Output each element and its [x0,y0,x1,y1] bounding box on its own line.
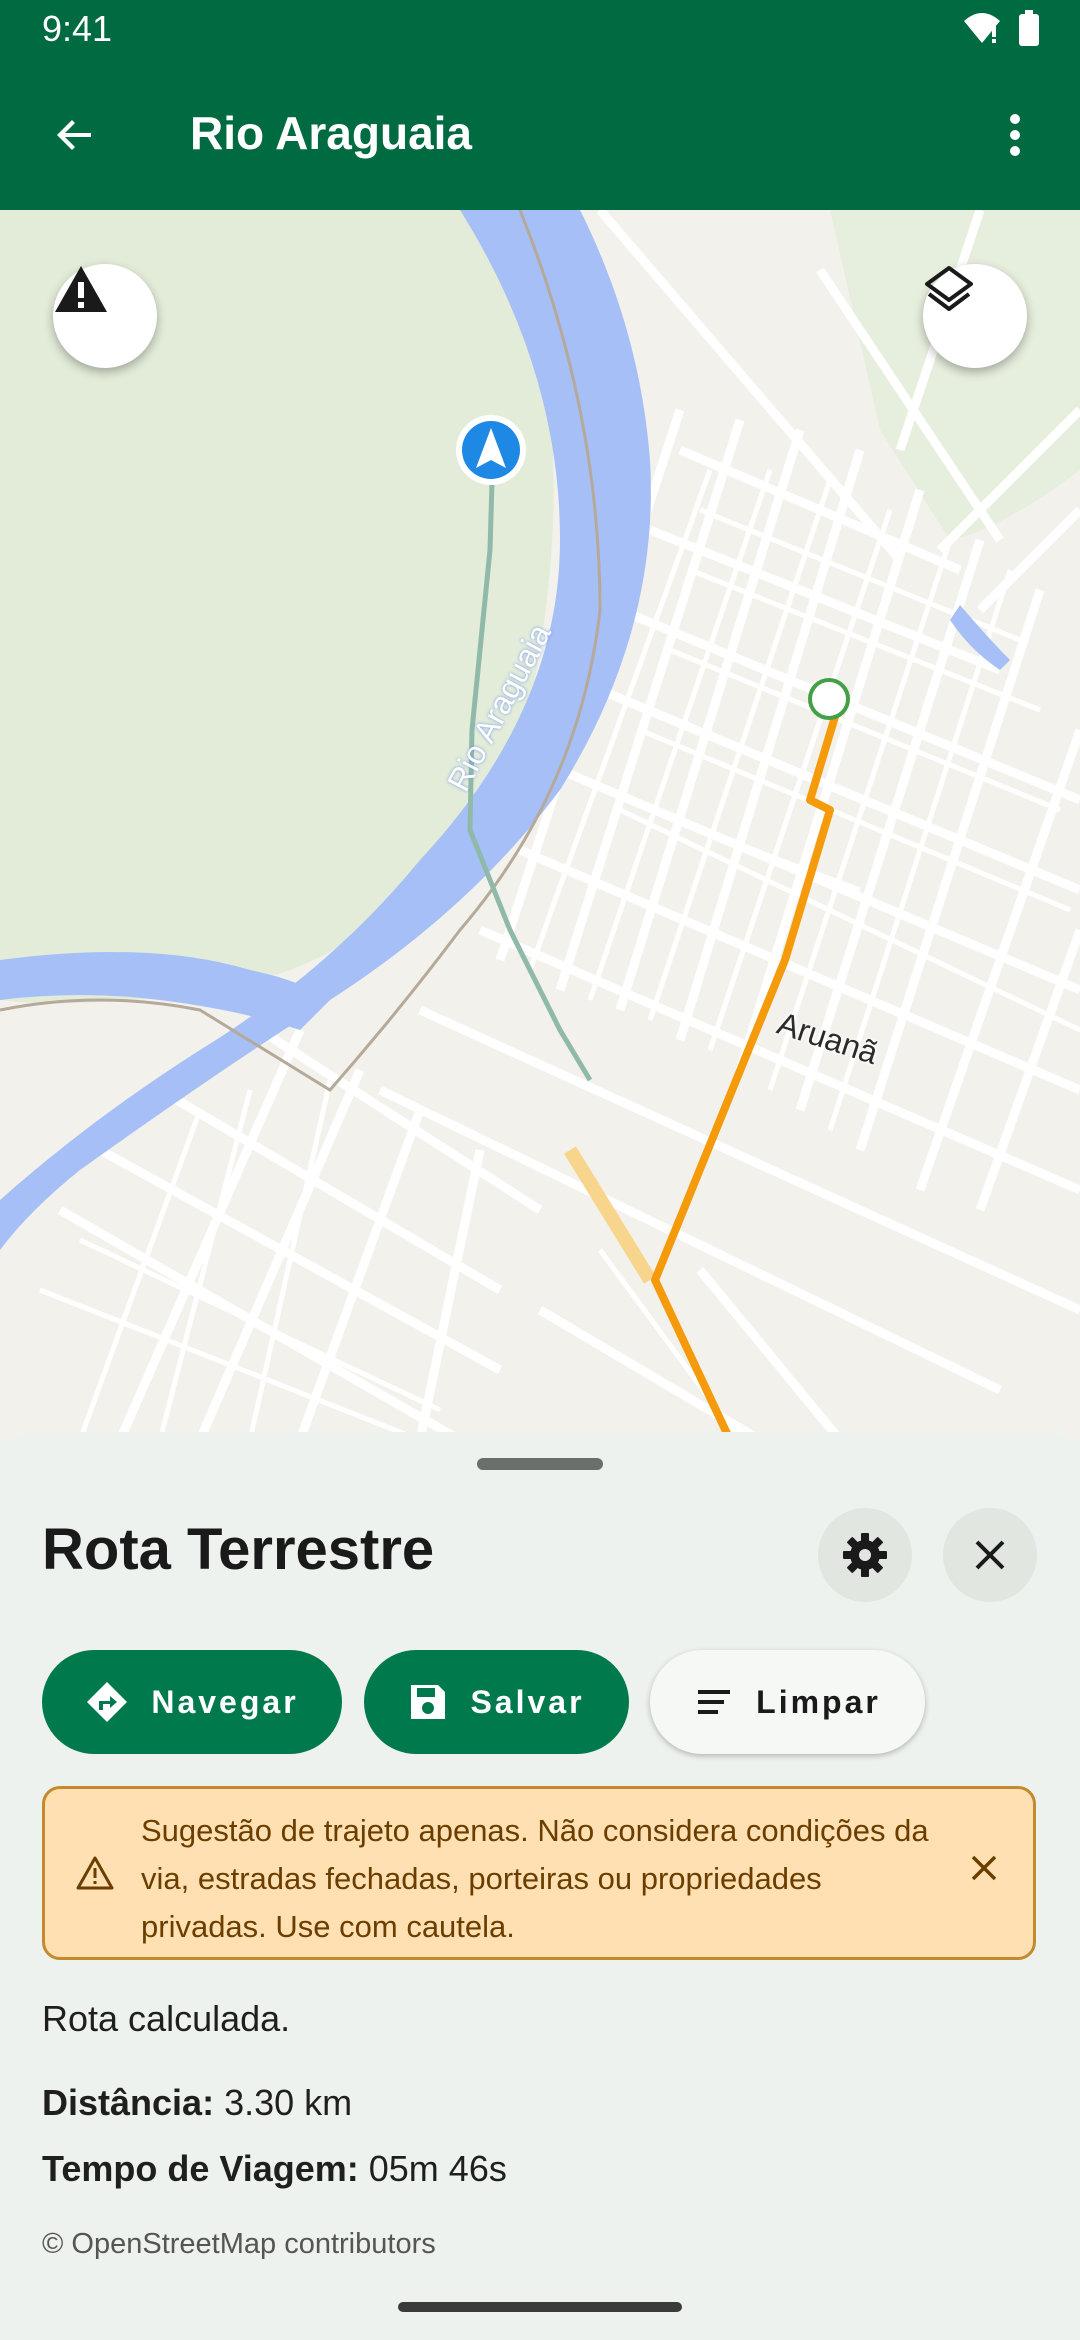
layers-icon [925,266,973,311]
status-time: 9:41 [42,8,113,49]
drag-handle[interactable] [477,1458,603,1470]
close-icon [975,1540,1005,1570]
page-title: Rio Araguaia [190,107,473,159]
save-button[interactable]: Salvar [364,1650,629,1754]
map-view[interactable]: Rio Araguaia Aruanã [0,210,1080,1440]
route-bottom-sheet: Rota Terrestre Navegar Salvar Limpar Sug… [0,1432,1080,2340]
warning-outline-icon [76,1856,114,1890]
gesture-nav-bar[interactable] [398,2302,682,2312]
route-origin-marker[interactable] [808,678,850,720]
warning-icon [55,266,107,312]
dismiss-alert-icon[interactable] [969,1853,999,1883]
current-location-marker[interactable] [456,415,526,485]
clear-label: Limpar [756,1683,881,1720]
save-icon [411,1685,446,1719]
status-icons [962,10,1040,46]
battery-icon [1019,10,1039,46]
route-disclaimer-alert: Sugestão de trajeto apenas. Não consider… [42,1786,1036,1960]
clear-button[interactable]: Limpar [650,1650,925,1754]
distance-row: Distância: 3.30 km [42,2082,352,2124]
wifi-icon [964,13,1000,43]
back-button[interactable] [40,100,110,170]
close-sheet-button[interactable] [943,1508,1037,1602]
map-attribution: © OpenStreetMap contributors [42,2228,436,2260]
status-bar: 9:41 [0,0,1080,60]
travel-time-row: Tempo de Viagem: 05m 46s [42,2148,507,2190]
map-canvas[interactable] [0,210,1080,1440]
arrow-back-icon [57,120,91,150]
clear-all-icon [698,1690,731,1714]
travel-time-value: 05m 46s [368,2148,507,2189]
save-label: Salvar [470,1683,585,1720]
more-vert-icon [1010,114,1020,156]
distance-value: 3.30 km [224,2082,353,2123]
route-settings-button[interactable] [818,1508,912,1602]
navigate-label: Navegar [151,1683,299,1720]
travel-time-label: Tempo de Viagem: [42,2148,359,2189]
app-bar: Rio Araguaia [0,60,1080,210]
warning-button[interactable] [53,264,157,368]
more-options-button[interactable] [980,100,1050,170]
gear-icon [843,1533,887,1577]
distance-label: Distância: [42,2082,215,2123]
navigate-button[interactable]: Navegar [42,1650,342,1754]
sheet-title: Rota Terrestre [42,1517,435,1582]
layers-button[interactable] [923,264,1027,368]
alert-text: Sugestão de trajeto apenas. Não consider… [141,1813,929,1944]
directions-icon [87,1682,128,1722]
route-status: Rota calculada. [42,1998,291,2039]
